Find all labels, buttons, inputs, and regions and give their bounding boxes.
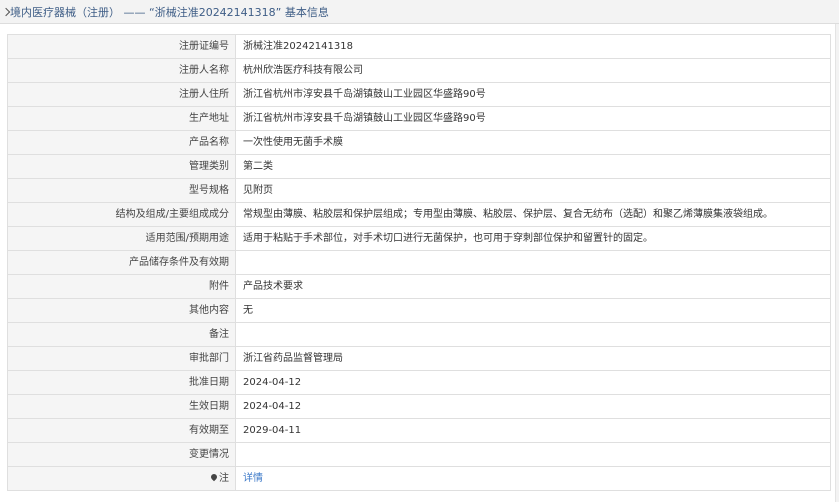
row-value: 2024-04-12 xyxy=(235,394,831,419)
row-label: 产品储存条件及有效期 xyxy=(7,250,236,275)
table-row: 有效期至 2029-04-11 xyxy=(7,418,831,443)
row-label: 备注 xyxy=(7,322,236,347)
page-title: 境内医疗器械（注册） —— “浙械注准20242141318” 基本信息 xyxy=(10,5,329,19)
row-value: 无 xyxy=(235,298,831,323)
table-row: 产品储存条件及有效期 xyxy=(7,250,831,275)
row-label: 生产地址 xyxy=(7,106,236,131)
table-row: 生产地址 浙江省杭州市淳安县千岛湖镇鼓山工业园区华盛路90号 xyxy=(7,106,831,131)
table-row: 附件 产品技术要求 xyxy=(7,274,831,299)
row-value: 浙械注准20242141318 xyxy=(235,34,831,59)
table-row: 生效日期 2024-04-12 xyxy=(7,394,831,419)
table-row: 型号规格 见附页 xyxy=(7,178,831,203)
row-label: 变更情况 xyxy=(7,442,236,467)
row-label: 注册证编号 xyxy=(7,34,236,59)
row-label: 批准日期 xyxy=(7,370,236,395)
row-label: 注册人名称 xyxy=(7,58,236,83)
row-label: 生效日期 xyxy=(7,394,236,419)
row-value: 2024-04-12 xyxy=(235,370,831,395)
row-value xyxy=(235,322,831,347)
row-label: 注册人住所 xyxy=(7,82,236,107)
row-label: 适用范围/预期用途 xyxy=(7,226,236,251)
note-value-cell: 详情 xyxy=(235,466,831,491)
row-value: 2029-04-11 xyxy=(235,418,831,443)
info-table: 注册证编号 浙械注准20242141318 注册人名称 杭州欣浩医疗科技有限公司… xyxy=(7,34,831,491)
table-row: 结构及组成/主要组成成分 常规型由薄膜、粘胶层和保护层组成；专用型由薄膜、粘胶层… xyxy=(7,202,831,227)
row-label: 审批部门 xyxy=(7,346,236,371)
row-value: 见附页 xyxy=(235,178,831,203)
row-value: 浙江省杭州市淳安县千岛湖镇鼓山工业园区华盛路90号 xyxy=(235,106,831,131)
row-value: 一次性使用无菌手术膜 xyxy=(235,130,831,155)
row-value: 第二类 xyxy=(235,154,831,179)
row-value xyxy=(235,442,831,467)
row-label: 其他内容 xyxy=(7,298,236,323)
row-value: 浙江省杭州市淳安县千岛湖镇鼓山工业园区华盛路90号 xyxy=(235,82,831,107)
table-row: 批准日期 2024-04-12 xyxy=(7,370,831,395)
row-label: 附件 xyxy=(7,274,236,299)
table-row: 变更情况 xyxy=(7,442,831,467)
row-value: 适用于粘贴于手术部位，对手术切口进行无菌保护，也可用于穿刺部位保护和留置针的固定… xyxy=(235,226,831,251)
table-row: 其他内容 无 xyxy=(7,298,831,323)
table-row: 备注 xyxy=(7,322,831,347)
row-label: 结构及组成/主要组成成分 xyxy=(7,202,236,227)
note-label: 注 xyxy=(219,472,229,484)
row-label: 管理类别 xyxy=(7,154,236,179)
chevron-icon xyxy=(1,7,11,16)
note-label-cell: 注 xyxy=(7,466,236,491)
row-value: 杭州欣浩医疗科技有限公司 xyxy=(235,58,831,83)
table-row: 注册人名称 杭州欣浩医疗科技有限公司 xyxy=(7,58,831,83)
row-value: 常规型由薄膜、粘胶层和保护层组成；专用型由薄膜、粘胶层、保护层、复合无纺布（选配… xyxy=(235,202,831,227)
row-label: 有效期至 xyxy=(7,418,236,443)
table-row: 适用范围/预期用途 适用于粘贴于手术部位，对手术切口进行无菌保护，也可用于穿刺部… xyxy=(7,226,831,251)
table-row: 注册证编号 浙械注准20242141318 xyxy=(7,34,831,59)
row-value: 产品技术要求 xyxy=(235,274,831,299)
row-label: 型号规格 xyxy=(7,178,236,203)
table-row: 审批部门 浙江省药品监督管理局 xyxy=(7,346,831,371)
table-row: 管理类别 第二类 xyxy=(7,154,831,179)
row-value xyxy=(235,250,831,275)
table-row: 注册人住所 浙江省杭州市淳安县千岛湖镇鼓山工业园区华盛路90号 xyxy=(7,82,831,107)
note-row: 注 详情 xyxy=(7,466,831,491)
row-label: 产品名称 xyxy=(7,130,236,155)
note-pin-icon xyxy=(209,472,219,481)
page-header: 境内医疗器械（注册） —— “浙械注准20242141318” 基本信息 xyxy=(0,0,839,24)
details-link[interactable]: 详情 xyxy=(243,473,263,484)
table-row: 产品名称 一次性使用无菌手术膜 xyxy=(7,130,831,155)
scrollbar[interactable] xyxy=(835,24,839,502)
row-value: 浙江省药品监督管理局 xyxy=(235,346,831,371)
